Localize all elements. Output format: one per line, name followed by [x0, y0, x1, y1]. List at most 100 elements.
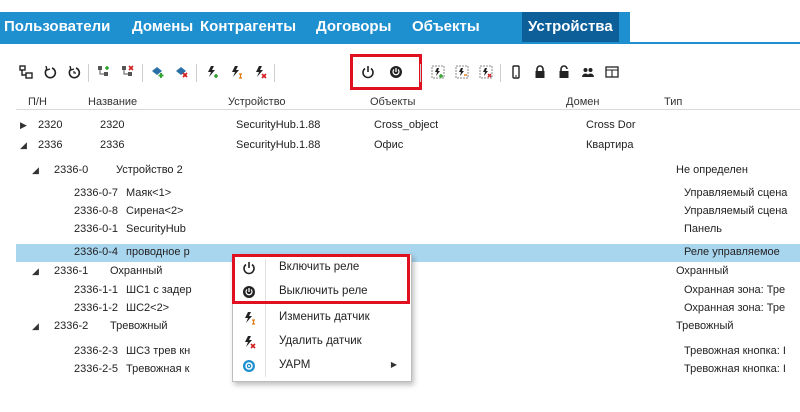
delete-group-icon[interactable]	[476, 62, 496, 82]
cell-pn: 2336-0-1	[74, 223, 119, 235]
cell-type: Тревожный	[676, 320, 734, 332]
delete-sensor-icon	[241, 334, 257, 350]
cell-name: проводное р	[126, 246, 190, 258]
collapse-arrow-icon[interactable]: ◢	[32, 165, 39, 176]
cell-pn: 2336-0-4	[74, 246, 119, 258]
cell-pn: 2336-2-5	[74, 363, 119, 375]
cell-pn: 2336-2	[54, 320, 89, 332]
cell-name: ШС2<2>	[126, 302, 170, 314]
cell-pn: 2336-0	[54, 164, 89, 176]
col-header-domain[interactable]: Домен	[566, 96, 599, 108]
rotate-timer-icon[interactable]	[64, 62, 84, 82]
toolbar-separator	[142, 64, 143, 82]
menu-item-edit-sensor[interactable]: Изменить датчик	[233, 307, 411, 329]
relay-menu-highlight	[232, 254, 410, 304]
cell-name: Охранный	[110, 265, 163, 277]
tab-contractors[interactable]: Контрагенты	[200, 12, 296, 42]
toolbar-separator	[196, 64, 197, 82]
cell-name: SecurityHub	[126, 223, 186, 235]
tree-icon[interactable]	[16, 62, 36, 82]
lock-open-icon[interactable]	[554, 62, 574, 82]
table-row[interactable]: 2336-0-1 SecurityHub Панель	[16, 221, 800, 239]
cell-name: Сирена<2>	[126, 205, 184, 217]
cell-type: Охранный	[676, 265, 729, 277]
cell-domain: Квартира	[586, 139, 634, 151]
tab-users[interactable]: Пользователи	[4, 12, 110, 42]
tab-underline	[0, 42, 800, 44]
edit-sensor-icon	[241, 310, 257, 326]
cell-name: 2320	[100, 119, 125, 131]
remove-node-icon[interactable]	[118, 62, 138, 82]
cell-type: Тревожная кнопка: I	[684, 363, 786, 375]
tab-objects[interactable]: Объекты	[412, 12, 480, 42]
collapse-arrow-icon[interactable]: ◢	[20, 140, 27, 151]
tab-contracts[interactable]: Договоры	[316, 12, 391, 42]
tab-devices[interactable]: Устройства	[522, 12, 619, 42]
cell-device: SecurityHub.1.88	[236, 119, 321, 131]
relay-toolbar-highlight	[350, 54, 422, 90]
add-sensor-icon[interactable]	[202, 62, 222, 82]
users-icon[interactable]	[578, 62, 598, 82]
submenu-arrow-icon: ▶	[390, 360, 397, 369]
phone-icon[interactable]	[506, 62, 526, 82]
cell-pn: 2336-0-7	[74, 187, 119, 199]
toolbar-separator	[500, 64, 501, 82]
cell-type: Тревожная кнопка: I	[684, 345, 786, 357]
collapse-arrow-icon[interactable]: ◢	[32, 321, 39, 332]
edit-sensor-icon[interactable]	[226, 62, 246, 82]
table-row[interactable]: ◢ 2336 2336 SecurityHub.1.88 Офис Кварти…	[16, 137, 800, 155]
table-row[interactable]: ◢ 2336-0 Устройство 2 Не определен	[16, 162, 800, 180]
cell-type: Управляемый сцена	[684, 205, 788, 217]
cell-pn: 2336-2-3	[74, 345, 119, 357]
cell-type: Реле управляемое	[684, 246, 780, 258]
cell-name: ШС3 трев кн	[126, 345, 191, 357]
table-row[interactable]: ▶ 2320 2320 SecurityHub.1.88 Cross_objec…	[16, 117, 800, 135]
menu-item-label: Удалить датчик	[279, 335, 362, 347]
cell-pn: 2336	[38, 139, 63, 151]
main-tabs: Пользователи Домены Контрагенты Договоры…	[0, 12, 800, 44]
add-group-icon[interactable]	[428, 62, 448, 82]
col-header-pn[interactable]: П/Н	[28, 96, 47, 108]
cell-pn: 2336-0-8	[74, 205, 119, 217]
expand-arrow-icon[interactable]: ▶	[20, 120, 27, 131]
window-icon[interactable]	[602, 62, 622, 82]
add-device-icon[interactable]	[148, 62, 168, 82]
cell-pn: 2336-1-2	[74, 302, 119, 314]
cell-objects: Cross_object	[374, 119, 439, 131]
cell-type: Не определен	[676, 164, 748, 176]
remove-device-icon[interactable]	[172, 62, 192, 82]
add-node-icon[interactable]	[94, 62, 114, 82]
menu-item-label: Изменить датчик	[279, 311, 370, 323]
cell-pn: 2336-1-1	[74, 284, 119, 296]
col-header-type[interactable]: Тип	[664, 96, 682, 108]
lock-icon[interactable]	[530, 62, 550, 82]
tab-domains[interactable]: Домены	[132, 12, 193, 42]
cell-name: Тревожный	[110, 320, 168, 332]
cell-pn: 2336-1	[54, 265, 89, 277]
collapse-arrow-icon[interactable]: ◢	[32, 266, 39, 277]
menu-item-delete-sensor[interactable]: Удалить датчик	[233, 331, 411, 353]
menu-item-uarm[interactable]: УАРМ ▶	[233, 355, 411, 377]
rotate-left-icon[interactable]	[40, 62, 60, 82]
toolbar-separator	[88, 64, 89, 82]
table-row[interactable]: 2336-0-7 Маяк<1> Управляемый сцена	[16, 185, 800, 203]
edit-group-icon[interactable]	[452, 62, 472, 82]
header-divider	[16, 109, 800, 110]
col-header-name[interactable]: Название	[88, 96, 137, 108]
cell-name: Тревожная к	[126, 363, 190, 375]
cell-type: Управляемый сцена	[684, 187, 788, 199]
uarm-icon	[241, 358, 257, 374]
delete-sensor-icon[interactable]	[250, 62, 270, 82]
toolbar-separator	[274, 64, 275, 82]
cell-type: Панель	[684, 223, 723, 235]
cell-name: Маяк<1>	[126, 187, 172, 199]
cell-name: ШС1 с задер	[126, 284, 192, 296]
cell-device: SecurityHub.1.88	[236, 139, 321, 151]
menu-item-label: УАРМ	[279, 359, 311, 371]
col-header-device[interactable]: Устройство	[228, 96, 286, 108]
cell-name: Устройство 2	[116, 164, 183, 176]
col-header-objects[interactable]: Объекты	[370, 96, 415, 108]
toolbar-separator	[420, 64, 421, 82]
cell-pn: 2320	[38, 119, 63, 131]
table-row[interactable]: 2336-0-8 Сирена<2> Управляемый сцена	[16, 203, 800, 221]
